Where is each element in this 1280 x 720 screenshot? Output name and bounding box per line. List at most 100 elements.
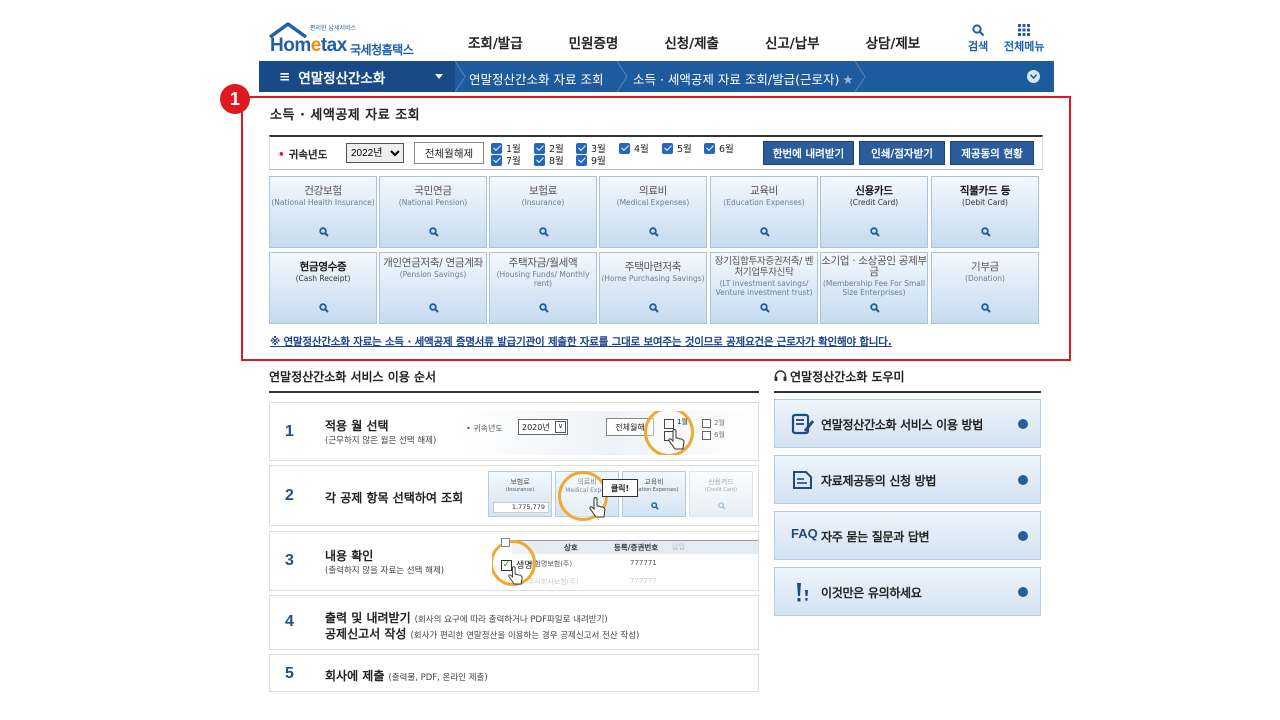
brand-kr: 국세청홈택스	[350, 43, 414, 57]
arrow-right-icon	[1018, 419, 1028, 429]
breadcrumb-separator	[455, 61, 466, 92]
breadcrumb-separator	[617, 61, 628, 92]
search-icon	[539, 303, 549, 313]
chevron-down-icon[interactable]	[1027, 70, 1040, 83]
header: 편리한 납세서비스 Hometax 국세청홈택스 조회/발급 민원증명 신청/제…	[268, 18, 1058, 64]
helper-consent-button[interactable]: 자료제공동의 신청 방법	[774, 455, 1041, 504]
helper-label: 자주 묻는 질문과 답변	[821, 530, 930, 544]
alert-icon	[797, 583, 808, 602]
tile-credit-card[interactable]: 신용카드 (Credit Card)	[820, 176, 928, 248]
month-checkbox-8[interactable]: 8월	[534, 153, 564, 167]
steps-title: 연말정산간소화 서비스 이용 순서	[269, 368, 759, 393]
click-tooltip: 클릭!	[602, 479, 638, 497]
headset-icon	[774, 370, 787, 381]
month-checkbox-4[interactable]: 4월	[619, 141, 649, 155]
month-checkbox-9[interactable]: 9월	[576, 153, 606, 167]
global-nav: 조회/발급 민원증명 신청/제출 신고/납부 상담/제보	[468, 32, 966, 52]
tile-debit-card[interactable]: 직불카드 등 (Debit Card)	[931, 176, 1039, 248]
search-icon	[429, 227, 439, 237]
search-icon	[870, 303, 880, 313]
step-number: 4	[285, 613, 294, 630]
tile-lt-investment[interactable]: 장기집합투자증권저축/ 벤처기업투자신탁 (LT investment savin…	[710, 252, 818, 324]
search-icon	[760, 303, 770, 313]
all-menu-button[interactable]: 전체메뉴	[1004, 22, 1044, 54]
tile-small-business[interactable]: 소기업 · 소상공인 공제부금 (Membership Fee For Small…	[820, 252, 928, 324]
helper-title: 연말정산간소화 도우미	[774, 368, 1041, 393]
helper-faq-button[interactable]: FAQ 자주 묻는 질문과 답변	[774, 511, 1041, 560]
brand-tagline: 편리한 납세서비스	[310, 25, 357, 32]
tile-health-insurance[interactable]: 건강보험 (National Health Insurance)	[269, 176, 377, 248]
search-icon	[981, 227, 991, 237]
nav-certificate[interactable]: 민원증명	[569, 32, 619, 52]
step-title: 내용 확인	[325, 549, 374, 563]
hometax-logo[interactable]: 편리한 납세서비스 Hometax 국세청홈택스	[268, 22, 418, 58]
nav-inquiry[interactable]: 조회/발급	[468, 32, 523, 52]
hand-cursor-icon	[508, 566, 523, 585]
helper-caution-button[interactable]: 이것만은 유의하세요	[774, 567, 1041, 616]
tile-home-savings[interactable]: 주택마련저축 (Home Purchasing Savings)	[599, 252, 707, 324]
search-icon	[972, 23, 984, 36]
tile-medical[interactable]: 의료비 (Medical Expenses)	[599, 176, 707, 248]
step-4: 4 출력 및 내려받기 (회사의 요구에 따라 출력하거나 PDF파일로 내려받기…	[269, 595, 759, 650]
menu-dropdown-label: 연말정산간소화	[298, 70, 386, 87]
breadcrumb-item-1[interactable]: 연말정산간소화 자료 조회	[469, 69, 603, 88]
step-title: 회사에 제출 (출력물, PDF, 온라인 제출)	[325, 669, 488, 683]
tile-insurance[interactable]: 보험료 (Insurance)	[489, 176, 597, 248]
clear-months-button[interactable]: 전체월해제	[414, 142, 484, 164]
breadcrumb-item-2[interactable]: 소득 · 세액공제 자료 조회/발급(근로자) ★	[633, 69, 854, 88]
brand-name: Hometax	[270, 35, 347, 56]
hand-cursor-icon	[668, 429, 685, 450]
tile-cash-receipt[interactable]: 현금영수증 (Cash Receipt)	[269, 252, 377, 324]
step-number: 2	[285, 487, 294, 504]
tile-national-pension[interactable]: 국민연금 (National Pension)	[379, 176, 487, 248]
notice-link[interactable]: ※ 연말정산간소화 자료는 소득 · 세액공제 증명서류 발급기관이 제출한 자…	[270, 334, 892, 349]
tile-pension-savings[interactable]: 개인연금저축/ 연금계좌 (Pension Savings)	[379, 252, 487, 324]
month-checkbox-7[interactable]: 7월	[491, 153, 521, 167]
search-button[interactable]: 검색	[968, 22, 988, 54]
breadcrumb-separator	[855, 61, 866, 92]
consent-status-button[interactable]: 제공동의 현황	[950, 141, 1034, 165]
step-number: 5	[285, 665, 294, 682]
search-icon	[981, 303, 991, 313]
search-icon	[429, 303, 439, 313]
step-3-illustration: 상호 등록/증권번호 납입 보험명보험(주) 777771 주식회사보험(주) …	[492, 536, 758, 590]
search-label: 검색	[968, 40, 989, 53]
illus-year-select: 2020년 ∨	[518, 419, 568, 435]
star-icon[interactable]: ★	[842, 72, 853, 87]
nav-consult[interactable]: 상담/제보	[866, 32, 921, 52]
tile-education[interactable]: 교육비 (Education Expenses)	[710, 176, 818, 248]
step-title: 각 공제 항목 선택하여 조회	[325, 491, 464, 505]
search-icon	[649, 227, 659, 237]
nav-report[interactable]: 신고/납부	[765, 32, 820, 52]
faq-icon: FAQ	[791, 526, 818, 541]
year-label: • 귀속년도	[278, 149, 328, 161]
section-title: 소득 · 세액공제 자료 조회	[270, 108, 421, 123]
menu-dropdown[interactable]: ≡ 연말정산간소화	[259, 61, 455, 92]
step-2-illustration: 보험료 (Insurance) 1,775,779 의료비 Medical Expen…	[488, 471, 758, 523]
search-icon	[649, 303, 659, 313]
tile-housing-funds[interactable]: 주택자금/월세액 (Housing Funds/ Monthly rent)	[489, 252, 597, 324]
helper-guide-button[interactable]: 연말정산간소화 서비스 이용 방법	[774, 399, 1041, 448]
search-icon	[760, 227, 770, 237]
step-subtitle: (출력하지 않을 자료는 선택 해제)	[325, 566, 445, 576]
caret-down-icon	[435, 74, 443, 79]
download-all-button[interactable]: 한번에 내려받기	[763, 141, 854, 165]
hand-cursor-icon	[589, 497, 606, 518]
month-checkbox-6[interactable]: 6월	[704, 141, 734, 155]
tile-donation[interactable]: 기부금 (Donation)	[931, 252, 1039, 324]
search-icon	[319, 303, 329, 313]
grid-icon	[1018, 24, 1031, 36]
step-2: 2 각 공제 항목 선택하여 조회 보험료 (Insurance) 1,775,77…	[269, 465, 759, 526]
step-number: 1	[285, 423, 294, 440]
guide-icon	[791, 413, 815, 435]
year-select[interactable]: 2022년	[346, 143, 404, 163]
helper-label: 연말정산간소화 서비스 이용 방법	[821, 418, 983, 432]
step-5: 5 회사에 제출 (출력물, PDF, 온라인 제출)	[269, 654, 759, 692]
arrow-right-icon	[1018, 587, 1028, 597]
nav-application[interactable]: 신청/제출	[664, 32, 719, 52]
month-checkbox-5[interactable]: 5월	[662, 141, 692, 155]
arrow-right-icon	[1018, 531, 1028, 541]
arrow-right-icon	[1018, 475, 1028, 485]
print-button[interactable]: 인쇄/점자받기	[859, 141, 945, 165]
filter-bar: • 귀속년도 2022년 전체월해제 1월 7월 2월 8월 3월 9월 4월 5…	[269, 135, 1043, 170]
